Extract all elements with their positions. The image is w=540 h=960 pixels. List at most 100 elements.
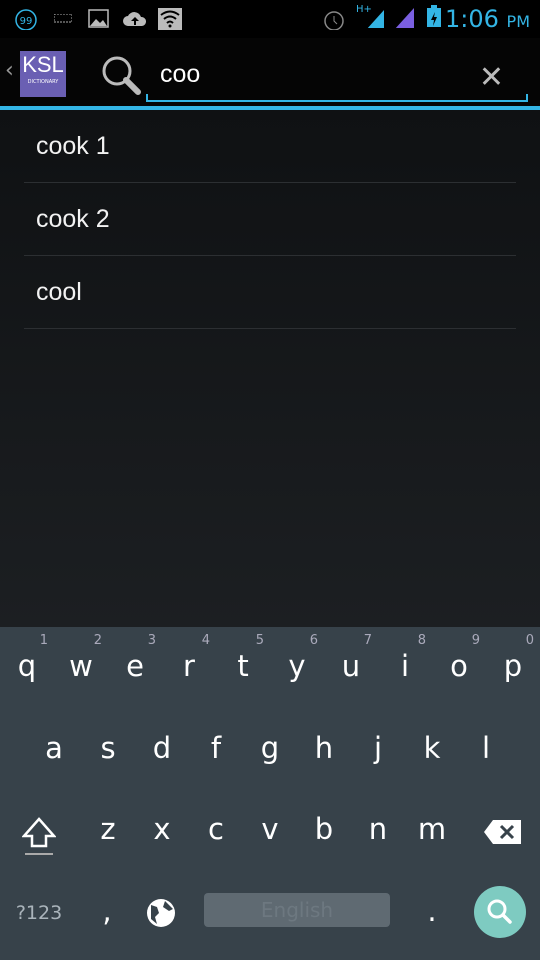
key-label: s bbox=[100, 731, 116, 765]
space-key[interactable]: English bbox=[204, 893, 390, 927]
key-label: f bbox=[210, 731, 222, 765]
key[interactable]: t5 bbox=[216, 627, 270, 707]
search-icon bbox=[102, 56, 141, 95]
key[interactable]: q1 bbox=[0, 627, 54, 707]
key[interactable]: o9 bbox=[432, 627, 486, 707]
key-label: l bbox=[481, 731, 491, 765]
app-logo[interactable]: KSL DICTIONARY bbox=[20, 51, 66, 97]
key-label: x bbox=[153, 812, 171, 846]
key[interactable]: z bbox=[81, 790, 135, 870]
key-label: g bbox=[260, 731, 280, 765]
key[interactable]: w2 bbox=[54, 627, 108, 707]
language-key[interactable] bbox=[134, 872, 188, 952]
key[interactable]: u7 bbox=[324, 627, 378, 707]
key-label: t bbox=[237, 649, 249, 683]
wifi-icon bbox=[158, 8, 182, 30]
key-label: d bbox=[152, 731, 172, 765]
search-icon bbox=[487, 899, 512, 924]
key[interactable]: r4 bbox=[162, 627, 216, 707]
key-hint: 1 bbox=[39, 633, 48, 648]
keyboard-icon bbox=[54, 14, 72, 23]
cloud-upload-icon bbox=[123, 12, 147, 26]
svg-text:99: 99 bbox=[20, 16, 33, 27]
clock: 1:06 PM bbox=[445, 5, 530, 33]
backspace-icon bbox=[484, 820, 521, 844]
key[interactable]: f bbox=[189, 709, 243, 789]
key[interactable]: h bbox=[297, 709, 351, 789]
key[interactable]: s bbox=[81, 709, 135, 789]
key[interactable]: b bbox=[297, 790, 351, 870]
key-label: , bbox=[102, 894, 112, 928]
key[interactable]: c bbox=[189, 790, 243, 870]
key-hint: 3 bbox=[147, 633, 156, 648]
key-hint: 9 bbox=[471, 633, 480, 648]
results-list: cook 1 cook 2 cool bbox=[0, 110, 540, 627]
key-label: i bbox=[400, 649, 410, 683]
key-hint: 0 bbox=[525, 633, 534, 648]
status-bar: 99 H+ 1:06 PM bbox=[0, 0, 540, 38]
key-label: c bbox=[208, 812, 224, 846]
period-key[interactable]: . bbox=[405, 872, 459, 952]
key-hint: 7 bbox=[363, 633, 372, 648]
keyboard: ?123 , English . q1w2e3r4t5y6u7i8o9p0asd… bbox=[0, 627, 540, 960]
key-label: v bbox=[261, 812, 279, 846]
key-label: j bbox=[373, 731, 383, 765]
key[interactable]: g bbox=[243, 709, 297, 789]
key-label: a bbox=[45, 731, 63, 765]
key-label: u bbox=[341, 649, 361, 683]
key-label: n bbox=[368, 812, 388, 846]
key-hint: 8 bbox=[417, 633, 426, 648]
key-hint: 5 bbox=[255, 633, 264, 648]
comma-key[interactable]: , bbox=[80, 872, 134, 952]
key[interactable]: i8 bbox=[378, 627, 432, 707]
key-label: y bbox=[288, 649, 306, 683]
key[interactable]: m bbox=[405, 790, 459, 870]
key-label: h bbox=[314, 731, 334, 765]
key[interactable]: k bbox=[405, 709, 459, 789]
image-icon bbox=[88, 9, 109, 28]
key-label: o bbox=[450, 649, 468, 683]
symbols-key[interactable]: ?123 bbox=[12, 872, 66, 952]
key-hint: 4 bbox=[201, 633, 210, 648]
key[interactable]: e3 bbox=[108, 627, 162, 707]
notification-count-icon: 99 bbox=[15, 9, 37, 30]
key[interactable]: p0 bbox=[486, 627, 540, 707]
key[interactable]: j bbox=[351, 709, 405, 789]
key-label: z bbox=[100, 812, 116, 846]
key-label: r bbox=[183, 649, 195, 683]
alarm-icon bbox=[324, 11, 344, 30]
globe-icon bbox=[147, 899, 175, 927]
key[interactable]: n bbox=[351, 790, 405, 870]
key[interactable]: a bbox=[27, 709, 81, 789]
shift-icon bbox=[21, 817, 57, 855]
key[interactable]: x bbox=[135, 790, 189, 870]
search-submit-key[interactable] bbox=[474, 886, 526, 938]
key-hint: 6 bbox=[309, 633, 318, 648]
key[interactable]: d bbox=[135, 709, 189, 789]
battery-charging-icon bbox=[427, 5, 441, 27]
key[interactable]: v bbox=[243, 790, 297, 870]
search-input[interactable] bbox=[160, 60, 460, 89]
backspace-key[interactable] bbox=[476, 790, 530, 870]
shift-key[interactable] bbox=[12, 790, 66, 870]
key-label: q bbox=[17, 649, 37, 683]
key-label: w bbox=[69, 649, 93, 683]
key[interactable]: y6 bbox=[270, 627, 324, 707]
key-label: . bbox=[427, 894, 437, 928]
list-item[interactable]: cool bbox=[24, 256, 516, 329]
key-label: p bbox=[503, 649, 523, 683]
key-label: b bbox=[314, 812, 334, 846]
key-label: e bbox=[126, 649, 144, 683]
search-field[interactable]: ✕ bbox=[146, 50, 528, 102]
key-label: ?123 bbox=[15, 902, 63, 924]
key-label: m bbox=[417, 812, 447, 846]
back-chevron-icon[interactable]: ‹ bbox=[5, 58, 14, 83]
list-item[interactable]: cook 1 bbox=[24, 110, 516, 183]
clear-search-button[interactable]: ✕ bbox=[479, 60, 504, 95]
key-hint: 2 bbox=[93, 633, 102, 648]
key[interactable]: l bbox=[459, 709, 513, 789]
key-label: k bbox=[423, 731, 441, 765]
list-item[interactable]: cook 2 bbox=[24, 183, 516, 256]
signal-icon bbox=[395, 8, 414, 28]
search-action-bar: ‹ KSL DICTIONARY ✕ bbox=[0, 38, 540, 110]
